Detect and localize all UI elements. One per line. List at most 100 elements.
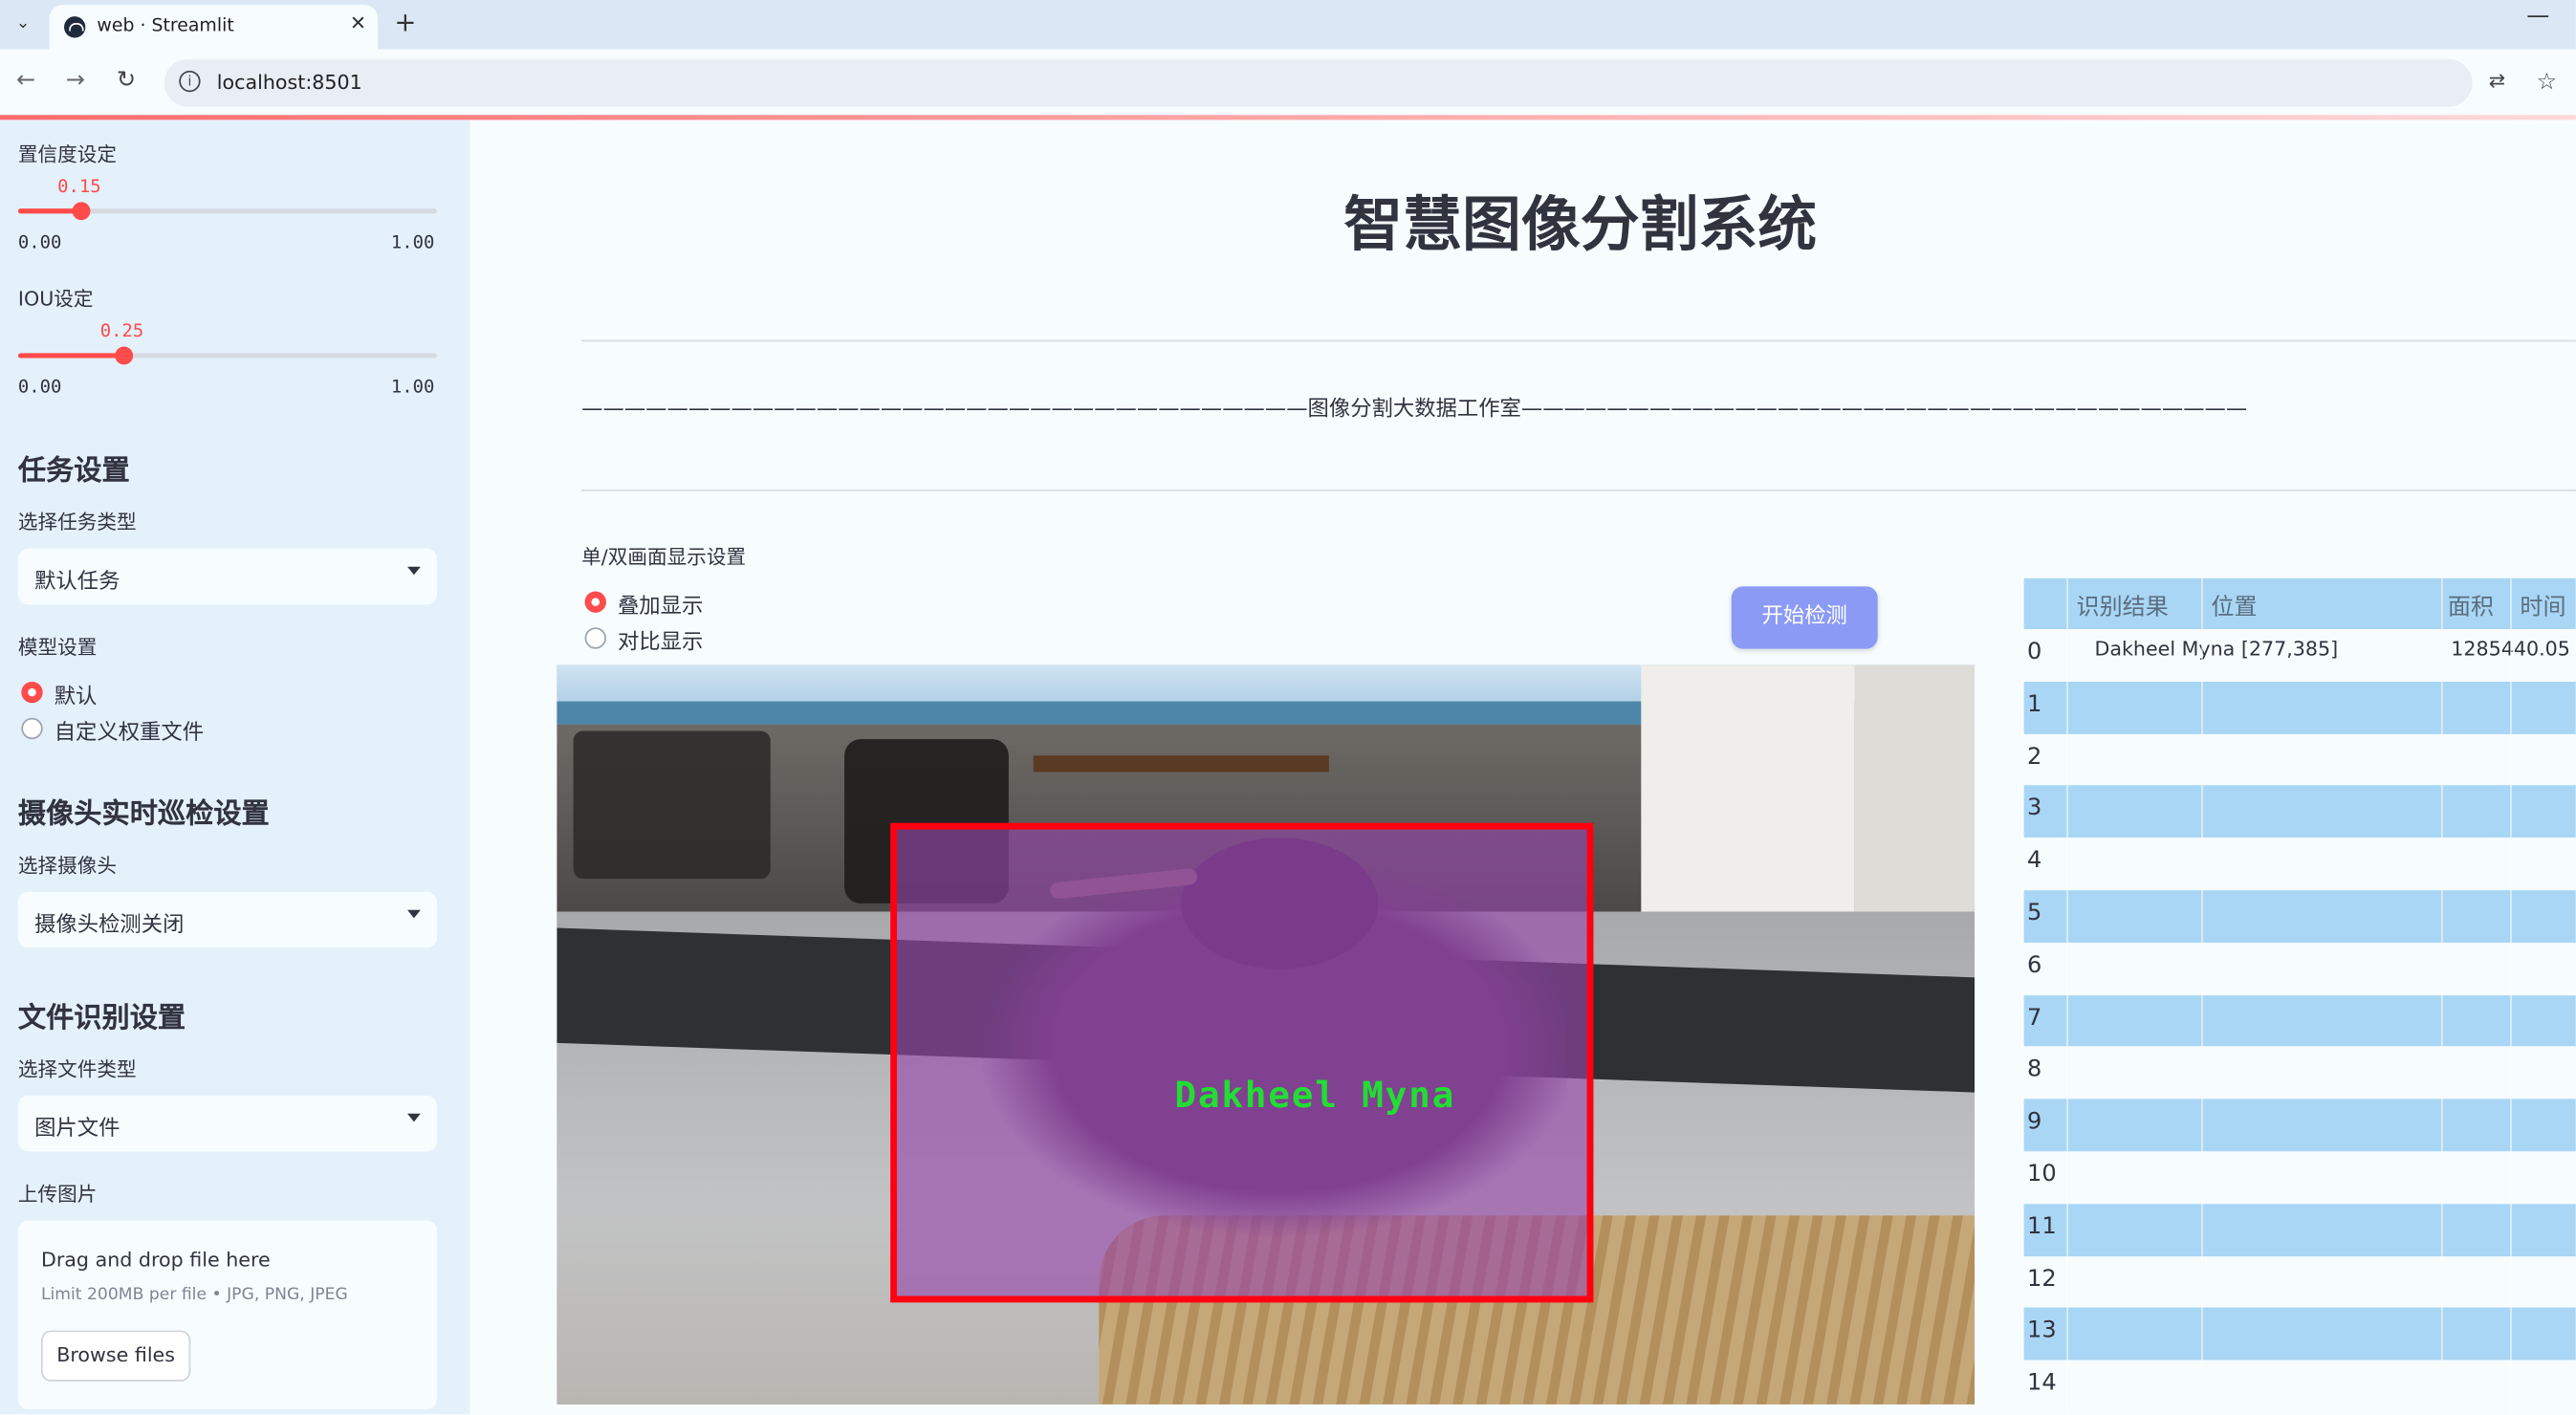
new-tab-icon[interactable]: +: [394, 7, 416, 38]
iou-min: 0.00: [17, 376, 62, 398]
row-index: 2: [2027, 743, 2042, 771]
display-option-compare[interactable]: 对比显示: [618, 624, 703, 656]
translate-icon[interactable]: ⇄: [2489, 69, 2505, 92]
iou-value: 0.25: [99, 320, 144, 342]
studio-divider-text: ——————————————————————————————————图像分割大数…: [581, 397, 2248, 423]
row-index: 1: [2027, 690, 2042, 718]
row-index: 9: [2027, 1108, 2042, 1136]
browser-tab[interactable]: web · Streamlit ✕: [49, 5, 379, 50]
column-separator: [2440, 577, 2443, 1415]
row-index: 12: [2027, 1265, 2057, 1293]
model-radio-default[interactable]: [21, 681, 43, 704]
divider-top: [581, 339, 2576, 342]
display-mode-label: 单/双画面显示设置: [581, 545, 747, 569]
row-index: 8: [2027, 1056, 2042, 1083]
iou-max: 1.00: [390, 376, 435, 398]
confidence-slider-thumb[interactable]: [72, 202, 91, 221]
confidence-label: 置信度设定: [17, 142, 118, 166]
file-type-label: 选择文件类型: [17, 1057, 137, 1081]
row-index: 14: [2027, 1370, 2057, 1397]
results-table[interactable]: 识别结果 位置 面积 时间 0 Dakheel Myna [277,385] 128…: [2023, 577, 2576, 1415]
table-row[interactable]: 10: [2023, 1151, 2576, 1204]
file-type-select[interactable]: 图片文件: [17, 1095, 437, 1152]
file-type-value: 图片文件: [34, 1117, 120, 1143]
results-table-header: 识别结果 位置 面积 时间: [2023, 577, 2576, 629]
iou-slider[interactable]: [17, 346, 437, 365]
display-option-overlay[interactable]: 叠加显示: [618, 588, 703, 620]
bookmark-star-icon[interactable]: ☆: [2537, 69, 2558, 95]
model-radio-custom[interactable]: [21, 717, 43, 740]
camera-label: 选择摄像头: [17, 854, 118, 878]
reload-icon[interactable]: ↻: [117, 67, 136, 93]
image-chair: [573, 730, 771, 880]
detection-label: Dakheel Myna: [1174, 1076, 1456, 1118]
browser-tab-bar: ⌄ web · Streamlit ✕ + —: [0, 0, 2576, 50]
row-index: 4: [2027, 847, 2042, 875]
row-index: 6: [2027, 952, 2042, 979]
sidebar: 置信度设定 0.15 0.00 1.00 IOU设定 0.25 0.00 1.0…: [0, 120, 470, 1415]
table-row[interactable]: 12: [2023, 1255, 2576, 1309]
table-row[interactable]: 1: [2023, 681, 2576, 734]
task-section-heading: 任务设置: [17, 454, 130, 489]
model-label: 模型设置: [17, 635, 98, 659]
iou-slider-thumb[interactable]: [115, 346, 134, 365]
confidence-min: 0.00: [17, 231, 62, 253]
url-bar[interactable]: i localhost:8501: [164, 58, 2473, 107]
tab-search-chevron-icon[interactable]: ⌄: [9, 10, 38, 39]
browse-files-button[interactable]: Browse files: [40, 1330, 191, 1382]
site-info-icon[interactable]: i: [179, 70, 201, 93]
camera-section-heading: 摄像头实时巡检设置: [17, 797, 270, 832]
model-option-custom[interactable]: 自定义权重文件: [55, 714, 204, 746]
table-row[interactable]: 8: [2023, 1047, 2576, 1099]
table-row[interactable]: 4: [2023, 838, 2576, 891]
task-type-label: 选择任务类型: [17, 511, 137, 534]
chevron-down-icon: [407, 1113, 421, 1122]
table-row[interactable]: 9: [2023, 1099, 2576, 1152]
row-index: 5: [2027, 900, 2042, 926]
column-separator: [2510, 577, 2512, 1415]
header-time[interactable]: 时间: [2520, 590, 2565, 622]
forward-arrow-icon[interactable]: →: [66, 67, 85, 93]
close-tab-icon[interactable]: ✕: [350, 11, 366, 34]
table-row[interactable]: 5: [2023, 890, 2576, 943]
table-row[interactable]: 11: [2023, 1203, 2576, 1256]
header-area[interactable]: 面积: [2448, 590, 2494, 622]
row-index: 13: [2027, 1317, 2057, 1344]
minimize-window-icon[interactable]: —: [2526, 3, 2549, 29]
file-dropzone[interactable]: Drag and drop file here Limit 200MB per …: [17, 1220, 437, 1410]
iou-slider-fill: [17, 353, 123, 359]
divider-bottom: [581, 489, 2576, 491]
task-type-value: 默认任务: [34, 570, 120, 595]
tab-title: web · Streamlit: [97, 14, 234, 36]
segmentation-result-image: Dakheel Myna: [557, 664, 1976, 1404]
table-row[interactable]: 3: [2023, 785, 2576, 838]
back-arrow-icon[interactable]: ←: [16, 67, 35, 93]
table-row[interactable]: 2: [2023, 733, 2576, 786]
model-option-default[interactable]: 默认: [55, 679, 98, 709]
column-separator: [2201, 577, 2203, 1415]
row-index: 3: [2027, 795, 2042, 822]
cell-result-position: Dakheel Myna [277,385]: [2094, 637, 2339, 661]
header-result[interactable]: 识别结果: [2077, 590, 2169, 622]
camera-value: 摄像头检测关闭: [34, 913, 185, 938]
camera-select[interactable]: 摄像头检测关闭: [17, 891, 437, 948]
chevron-down-icon: [407, 909, 421, 919]
confidence-slider[interactable]: [17, 202, 437, 221]
table-row[interactable]: 0 Dakheel Myna [277,385] 1285440.05: [2023, 628, 2576, 682]
table-row[interactable]: 13: [2023, 1308, 2576, 1361]
start-detection-button[interactable]: 开始检测: [1731, 586, 1878, 649]
url-text[interactable]: localhost:8501: [217, 71, 362, 94]
display-radio-overlay[interactable]: [584, 591, 606, 613]
file-section-heading: 文件识别设置: [17, 1001, 186, 1035]
confidence-value: 0.15: [57, 175, 101, 198]
dropzone-title: Drag and drop file here: [40, 1248, 271, 1272]
header-position[interactable]: 位置: [2211, 590, 2257, 622]
image-wall: [1641, 664, 1855, 945]
app-root: ⌄ web · Streamlit ✕ + — ← → ↻ i localhos…: [0, 0, 2576, 1415]
table-row[interactable]: 7: [2023, 994, 2576, 1048]
display-radio-compare[interactable]: [584, 627, 606, 649]
table-row[interactable]: 6: [2023, 942, 2576, 995]
table-row[interactable]: 14: [2023, 1360, 2576, 1413]
task-type-select[interactable]: 默认任务: [17, 548, 437, 605]
chevron-down-icon: [407, 566, 421, 576]
